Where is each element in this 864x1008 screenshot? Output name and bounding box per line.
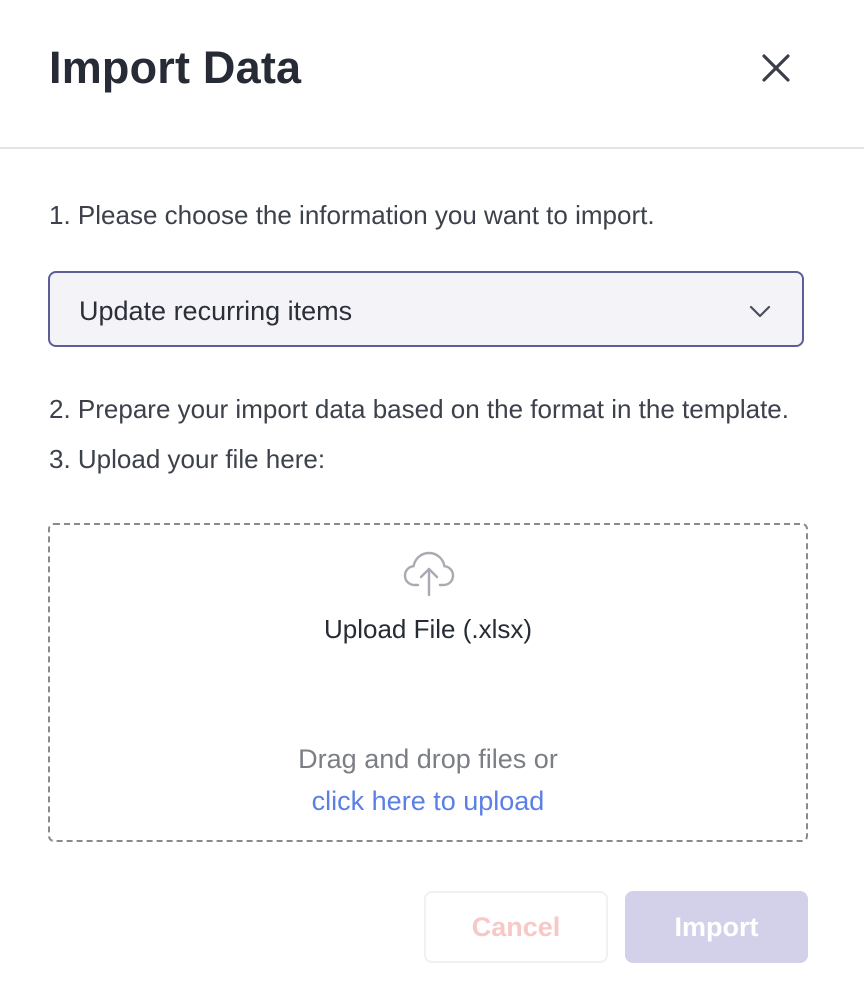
step-3-instruction: 3. Upload your file here: [49,444,326,474]
chevron-down-icon [749,305,771,318]
dialog-title: Import Data [49,42,302,93]
import-type-select[interactable]: Update recurring items [48,271,804,347]
upload-file-title: Upload File (.xlsx) [323,614,533,644]
cancel-button[interactable]: Cancel [424,891,608,963]
step-1-instruction: 1. Please choose the information you wan… [49,200,655,230]
file-dropzone[interactable]: Upload File (.xlsx) Drag and drop files … [48,523,808,842]
cloud-upload-icon [403,551,455,597]
close-button[interactable] [752,44,800,92]
import-button[interactable]: Import [625,891,808,963]
dialog-header: Import Data [0,0,864,149]
close-icon [762,54,790,82]
import-type-selected-value: Update recurring items [79,296,353,326]
click-to-upload-link[interactable]: click here to upload [50,784,806,818]
step-2-instruction: 2. Prepare your import data based on the… [49,394,789,424]
drag-drop-text: Drag and drop files or [298,744,558,774]
import-data-dialog: Import Data 1. Please choose the informa… [0,0,864,1008]
